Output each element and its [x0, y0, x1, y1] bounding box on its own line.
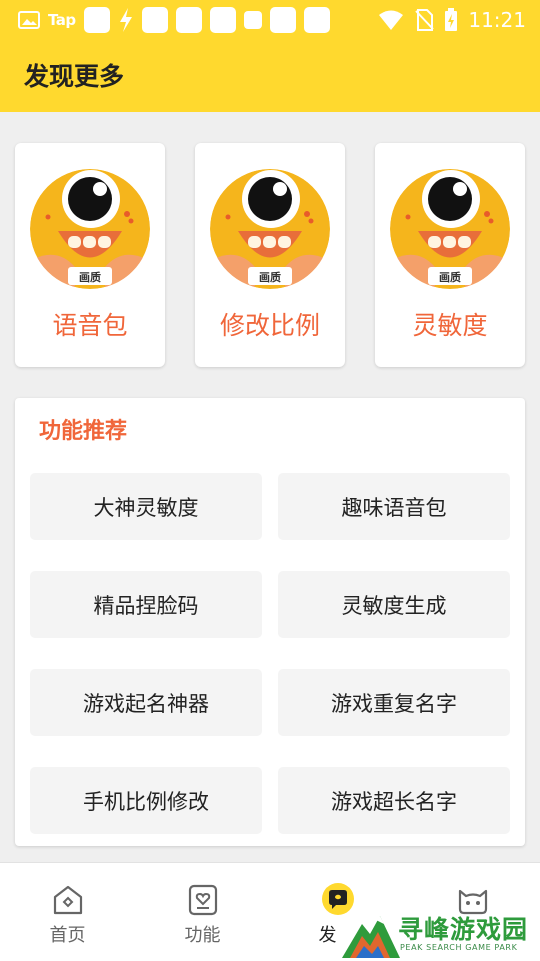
app-square-icon: [175, 7, 202, 33]
card-voice-pack[interactable]: 画质 语音包: [15, 143, 165, 367]
app-square-icon: [303, 7, 330, 33]
mountain-logo-icon: [342, 916, 400, 958]
image-icon: [18, 11, 40, 29]
feature-button-fun-voice[interactable]: 趣味语音包: [278, 473, 510, 540]
nav-features[interactable]: 功能: [135, 863, 270, 961]
top-bar: Tap 11:21 发现更多: [0, 0, 540, 112]
mascot-icon: 画质: [30, 169, 150, 289]
mascot-icon: 画质: [210, 169, 330, 289]
status-bar: Tap 11:21: [0, 0, 540, 40]
clock: 11:21: [468, 8, 526, 32]
nav-label: 功能: [184, 925, 221, 946]
page-title: 发现更多: [24, 62, 125, 91]
nav-label: 首页: [49, 925, 86, 946]
feature-button-sensitivity-gen[interactable]: 灵敏度生成: [278, 571, 510, 638]
feature-button-face-code[interactable]: 精品捏脸码: [30, 571, 262, 638]
card-label: 语音包: [52, 311, 128, 340]
no-sim-icon: [415, 9, 435, 31]
feature-button-duplicate-name[interactable]: 游戏重复名字: [278, 669, 510, 736]
app-square-icon: [141, 7, 168, 33]
section-title: 功能推荐: [39, 419, 128, 444]
tap-icon: Tap: [48, 11, 76, 29]
card-sensitivity[interactable]: 画质 灵敏度: [375, 143, 525, 367]
feature-button-name-generator[interactable]: 游戏起名神器: [30, 669, 262, 736]
heart-card-icon: [188, 884, 217, 916]
mascot-badge: 画质: [439, 270, 461, 284]
card-label: 灵敏度: [412, 311, 488, 340]
bolt-icon: [119, 8, 132, 32]
watermark: 寻峰游戏园 PEAK SEARCH GAME PARK: [340, 908, 540, 960]
wifi-icon: [379, 10, 404, 30]
feature-panel: 功能推荐 大神灵敏度 趣味语音包 精品捏脸码 灵敏度生成 游戏起名神器 游戏重复…: [15, 398, 525, 846]
app-square-icon: [83, 7, 110, 33]
feature-button-long-name[interactable]: 游戏超长名字: [278, 767, 510, 834]
feature-button-ratio-edit[interactable]: 手机比例修改: [30, 767, 262, 834]
feature-button-pro-sensitivity[interactable]: 大神灵敏度: [30, 473, 262, 540]
mascot-icon: 画质: [390, 169, 510, 289]
battery-charging-icon: [445, 8, 458, 31]
mascot-badge: 画质: [259, 270, 281, 284]
app-square-icon: [209, 7, 236, 33]
nav-home[interactable]: 首页: [0, 863, 135, 961]
card-label: 修改比例: [219, 311, 320, 340]
home-icon: [53, 885, 82, 915]
app-square-icon: [243, 11, 262, 29]
watermark-subtext: PEAK SEARCH GAME PARK: [400, 943, 518, 952]
card-ratio-edit[interactable]: 画质 修改比例: [195, 143, 345, 367]
watermark-text: 寻峰游戏园: [398, 915, 529, 944]
mascot-badge: 画质: [79, 270, 101, 284]
app-square-icon: [269, 7, 296, 33]
